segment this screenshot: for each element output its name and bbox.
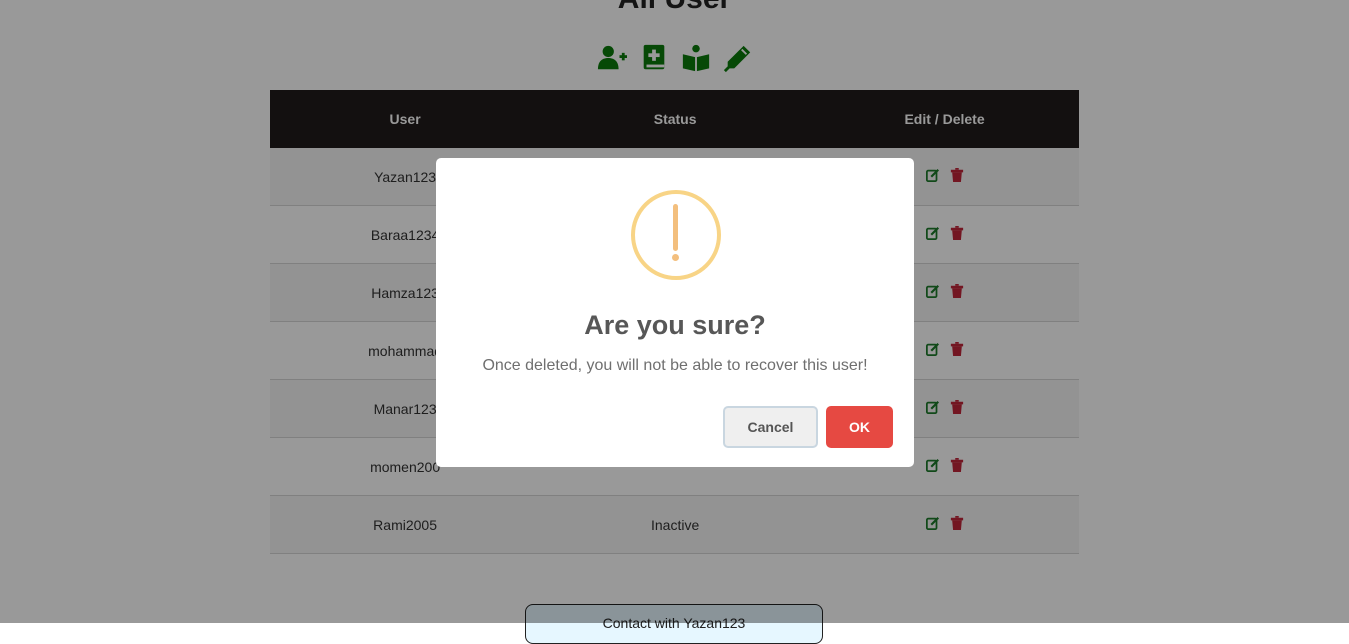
warning-mark-dot xyxy=(672,254,679,261)
dialog-message: Once deleted, you will not be able to re… xyxy=(482,357,868,374)
confirm-dialog: Are you sure? Once deleted, you will not… xyxy=(436,158,914,467)
cancel-button[interactable]: Cancel xyxy=(723,406,818,448)
dialog-title: Are you sure? xyxy=(584,310,766,340)
warning-mark-line xyxy=(673,204,678,251)
ok-button[interactable]: OK xyxy=(826,406,893,448)
